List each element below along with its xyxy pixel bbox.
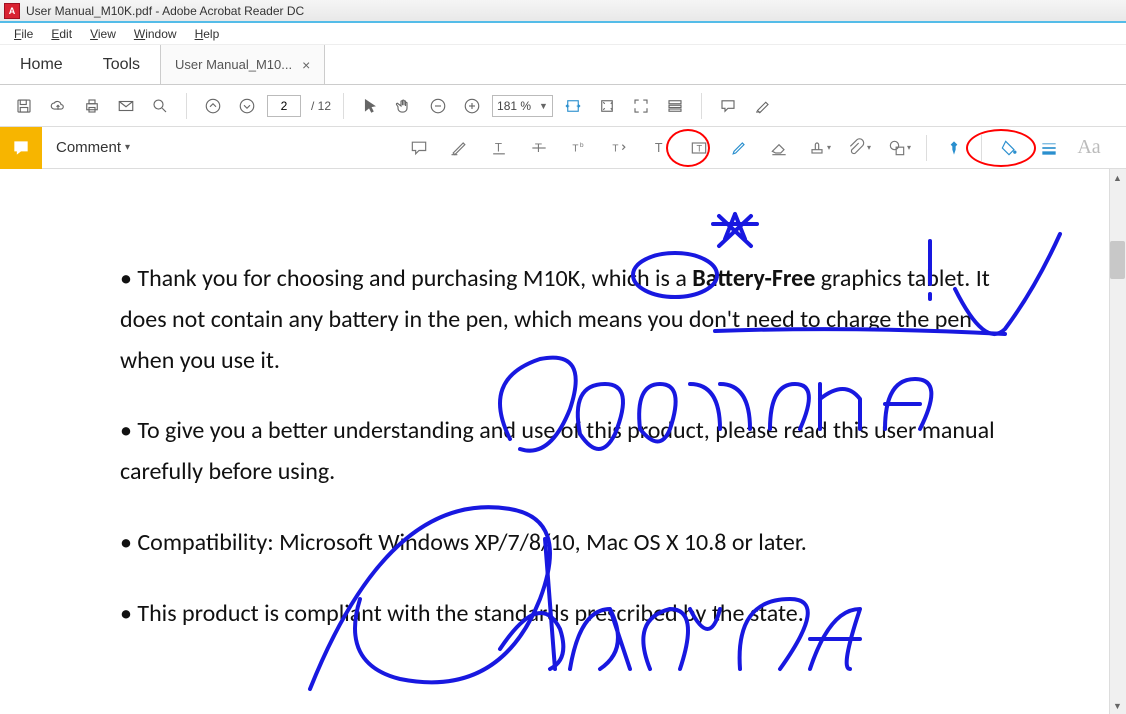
tab-home[interactable]: Home xyxy=(0,45,83,84)
print-icon[interactable] xyxy=(78,92,106,120)
window-title-bar: A User Manual_M10K.pdf - Adobe Acrobat R… xyxy=(0,0,1126,23)
search-icon[interactable] xyxy=(146,92,174,120)
highlight-icon[interactable] xyxy=(748,92,776,120)
svg-text:T: T xyxy=(495,141,502,154)
line-thickness-icon[interactable] xyxy=(1030,133,1068,163)
attachment-icon[interactable]: ▾ xyxy=(840,133,878,163)
scroll-thumb[interactable] xyxy=(1110,241,1125,279)
menu-bar: F/*noop*/ile Edit View Window Help xyxy=(0,23,1126,45)
paragraph-2: • To give you a better understanding and… xyxy=(120,411,1006,493)
add-text-icon[interactable]: T xyxy=(640,133,678,163)
zoom-out-icon[interactable] xyxy=(424,92,452,120)
page-up-icon[interactable] xyxy=(199,92,227,120)
email-icon[interactable] xyxy=(112,92,140,120)
text-format-icon[interactable]: Aa xyxy=(1070,133,1108,163)
separator xyxy=(926,135,927,161)
zoom-level-select[interactable]: 181 % ▼ xyxy=(492,95,553,117)
separator xyxy=(701,93,702,119)
fill-color-icon[interactable] xyxy=(990,133,1028,163)
separator xyxy=(981,135,982,161)
comment-dropdown-label: Comment xyxy=(56,139,121,156)
underline-tool-icon[interactable]: T xyxy=(480,133,518,163)
menu-window[interactable]: Window xyxy=(126,25,185,43)
menu-view[interactable]: View xyxy=(82,25,124,43)
tab-tools[interactable]: Tools xyxy=(83,45,160,84)
textbox-icon[interactable]: T xyxy=(680,133,718,163)
menu-file[interactable]: F/*noop*/ile xyxy=(6,25,41,43)
pencil-draw-icon[interactable] xyxy=(720,133,758,163)
paragraph-3: • Compatibility: Microsoft Windows XP/7/… xyxy=(120,523,1006,564)
chevron-down-icon: ▼ xyxy=(539,101,548,111)
zoom-in-icon[interactable] xyxy=(458,92,486,120)
tab-bar: Home Tools User Manual_M10... × xyxy=(0,45,1126,85)
paragraph-1: • Thank you for choosing and purchasing … xyxy=(120,259,1006,381)
svg-text:T: T xyxy=(697,143,703,153)
pointer-icon[interactable] xyxy=(356,92,384,120)
insert-text-icon[interactable]: T xyxy=(600,133,638,163)
vertical-scrollbar[interactable]: ▲ ▼ xyxy=(1109,169,1126,714)
hand-icon[interactable] xyxy=(390,92,418,120)
highlight-tool-icon[interactable] xyxy=(440,133,478,163)
svg-text:b: b xyxy=(580,142,584,149)
separator xyxy=(186,93,187,119)
stamp-icon[interactable]: ▾ xyxy=(800,133,838,163)
tab-document-label: User Manual_M10... xyxy=(175,57,292,72)
scroll-down-icon[interactable]: ▼ xyxy=(1110,697,1125,714)
paragraph-4: • This product is compliant with the sta… xyxy=(120,594,1006,635)
svg-text:T: T xyxy=(655,141,663,155)
menu-edit[interactable]: Edit xyxy=(43,25,80,43)
menu-help[interactable]: Help xyxy=(187,25,228,43)
fit-page-icon[interactable] xyxy=(593,92,621,120)
svg-text:T: T xyxy=(612,143,618,154)
tab-document[interactable]: User Manual_M10... × xyxy=(160,45,325,84)
main-toolbar: / 12 181 % ▼ xyxy=(0,85,1126,127)
chevron-down-icon: ▾ xyxy=(125,142,130,153)
zoom-level-label: 181 % xyxy=(497,99,531,113)
window-title: User Manual_M10K.pdf - Adobe Acrobat Rea… xyxy=(26,4,304,18)
strikethrough-tool-icon[interactable]: T xyxy=(520,133,558,163)
comment-icon[interactable] xyxy=(714,92,742,120)
comment-dropdown[interactable]: Comment ▾ xyxy=(42,139,144,156)
close-tab-icon[interactable]: × xyxy=(302,57,310,73)
comment-toolbar: Comment ▾ T T Tb T T T ▾ ▾ ▾ Aa 3 4 xyxy=(0,127,1126,169)
page-number-input[interactable] xyxy=(267,95,301,117)
pin-icon[interactable] xyxy=(935,133,973,163)
replace-text-icon[interactable]: Tb xyxy=(560,133,598,163)
eraser-icon[interactable] xyxy=(760,133,798,163)
page-down-icon[interactable] xyxy=(233,92,261,120)
cloud-icon[interactable] xyxy=(44,92,72,120)
scroll-up-icon[interactable]: ▲ xyxy=(1110,169,1125,186)
save-icon[interactable] xyxy=(10,92,38,120)
comment-tools-group: T T Tb T T T ▾ ▾ ▾ Aa xyxy=(400,133,1126,163)
fullscreen-icon[interactable] xyxy=(627,92,655,120)
page-total-label: / 12 xyxy=(311,99,331,113)
app-icon: A xyxy=(4,3,20,19)
shapes-icon[interactable]: ▾ xyxy=(880,133,918,163)
sticky-note-icon[interactable] xyxy=(400,133,438,163)
svg-text:T: T xyxy=(572,143,578,154)
comment-badge-icon[interactable] xyxy=(0,127,42,169)
svg-text:T: T xyxy=(535,142,542,155)
read-mode-icon[interactable] xyxy=(661,92,689,120)
separator xyxy=(343,93,344,119)
document-page: • Thank you for choosing and purchasing … xyxy=(0,169,1126,635)
fit-width-icon[interactable] xyxy=(559,92,587,120)
document-viewport[interactable]: • Thank you for choosing and purchasing … xyxy=(0,169,1126,714)
